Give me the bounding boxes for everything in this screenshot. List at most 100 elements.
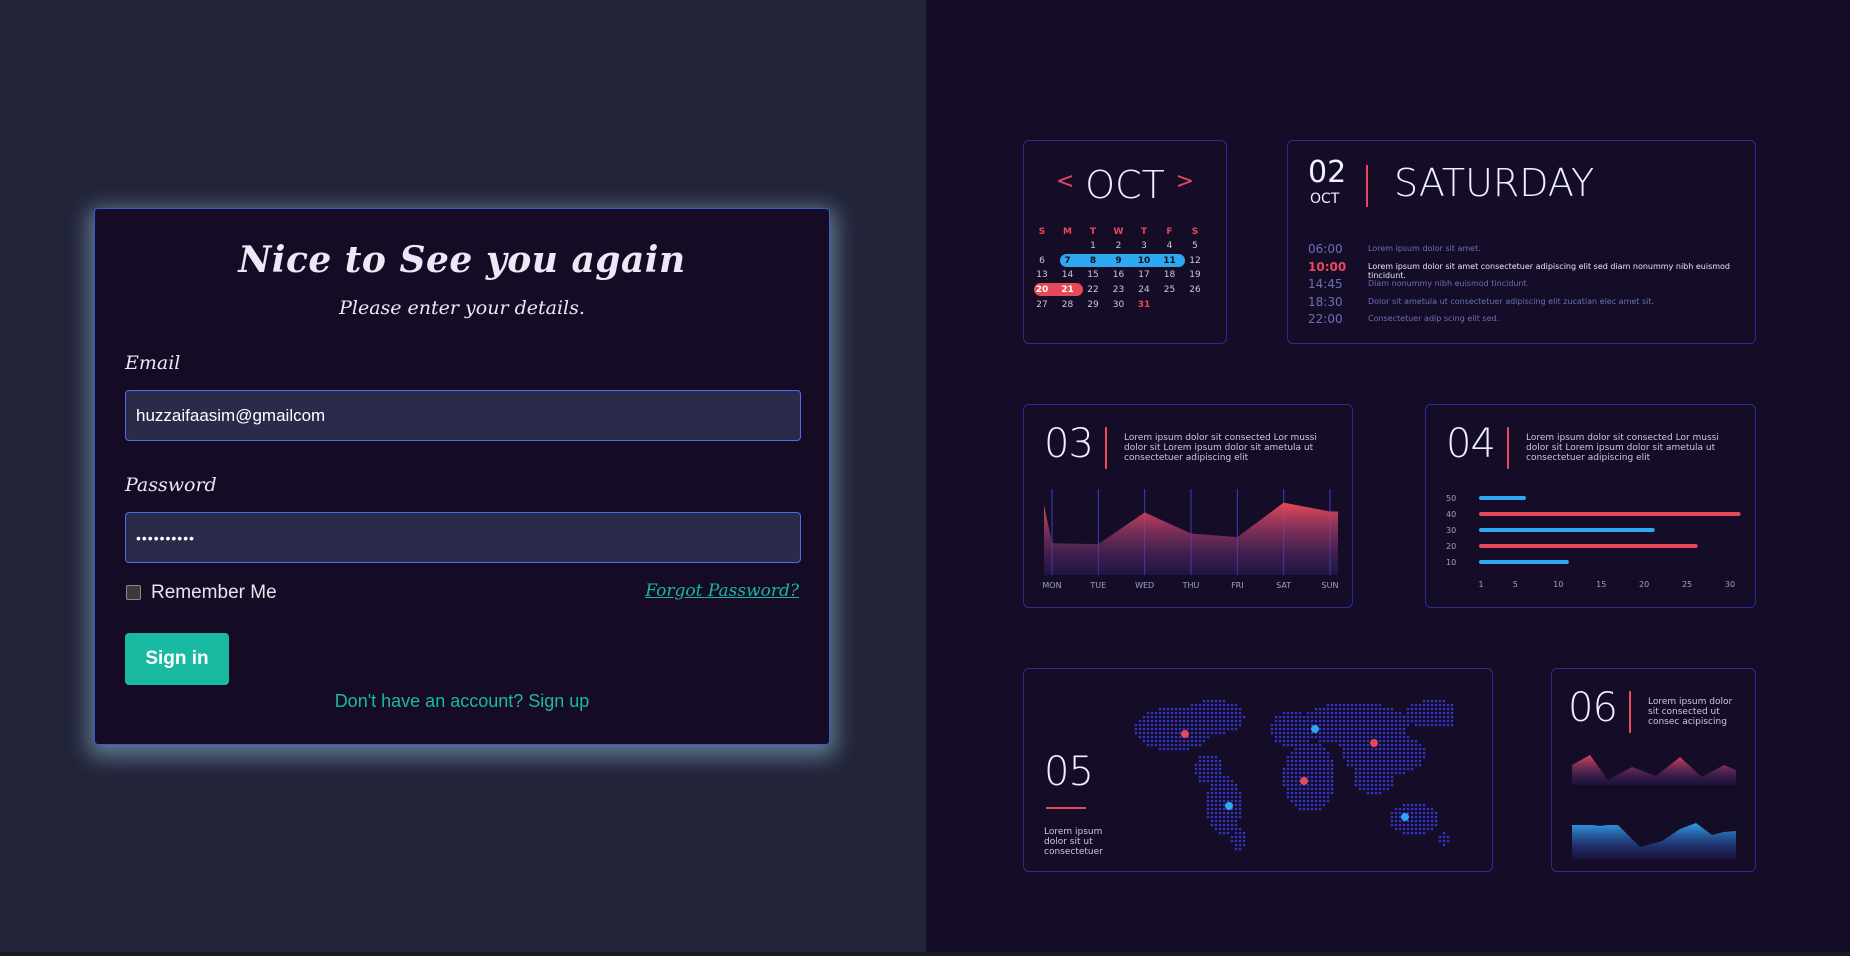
map-dot [1366,707,1370,711]
map-dot [1230,723,1234,727]
map-dot [1342,747,1346,751]
map-dot [1314,715,1318,719]
remember-me-checkbox[interactable] [126,585,141,600]
map-dot [1374,783,1378,787]
map-dot [1414,751,1418,755]
map-dot [1398,739,1402,743]
map-dot [1146,731,1150,735]
map-dot [1298,795,1302,799]
map-dot [1334,707,1338,711]
map-dot [1362,767,1366,771]
map-dot [1202,703,1206,707]
map-dot [1194,743,1198,747]
calendar-day: 5 [1192,241,1198,251]
map-dot [1402,735,1406,739]
map-dot [1230,779,1234,783]
map-dot [1294,755,1298,759]
map-dot [1318,735,1322,739]
map-dot [1414,723,1418,727]
map-dot [1290,795,1294,799]
password-field[interactable]: •••••••••• [125,512,801,563]
map-dot [1158,723,1162,727]
map-dot [1230,799,1234,803]
map-dot [1370,771,1374,775]
map-dot [1286,787,1290,791]
map-dot [1210,755,1214,759]
map-dot [1182,711,1186,715]
map-dot [1282,727,1286,731]
map-dot [1290,763,1294,767]
sign-in-button[interactable]: Sign in [125,633,229,685]
map-dot [1334,719,1338,723]
email-field[interactable]: huzzaifaasim@gmailcom [125,390,801,441]
map-dot [1330,715,1334,719]
map-dot [1338,711,1342,715]
x-tick-label: FRI [1231,581,1244,590]
panel-06: 06 Lorem ipsum dolor sit consected ut co… [1551,668,1756,872]
map-dot [1162,731,1166,735]
map-dot [1390,763,1394,767]
mini-area-charts [1572,755,1736,859]
forgot-password-link[interactable]: Forgot Password? [645,581,799,601]
map-dot [1238,711,1242,715]
map-dot [1326,731,1330,735]
x-tick-label: SUN [1322,581,1339,590]
map-dot [1310,747,1314,751]
map-dot [1394,767,1398,771]
map-dot [1310,759,1314,763]
map-dot [1386,771,1390,775]
map-dot [1410,823,1414,827]
map-dot [1222,819,1226,823]
map-dot [1302,731,1306,735]
map-dot [1346,743,1350,747]
map-dot [1282,739,1286,743]
map-dot [1162,715,1166,719]
map-dot [1422,827,1426,831]
map-dot [1210,759,1214,763]
map-dot [1286,739,1290,743]
map-dot [1314,747,1318,751]
map-dot [1414,747,1418,751]
map-dot [1230,703,1234,707]
map-dot [1438,715,1442,719]
map-dot [1238,843,1242,847]
map-dot [1410,827,1414,831]
map-dot [1342,707,1346,711]
mini-area-red [1572,755,1736,785]
map-dot [1306,735,1310,739]
map-dot [1154,719,1158,723]
map-dot [1286,775,1290,779]
map-dot [1406,743,1410,747]
map-dot [1222,775,1226,779]
map-dot [1238,839,1242,843]
map-dot [1378,727,1382,731]
map-dot [1170,739,1174,743]
map-dot [1226,703,1230,707]
map-dot [1386,775,1390,779]
map-dot [1338,727,1342,731]
map-dot [1330,767,1334,771]
map-dot [1214,703,1218,707]
map-dot [1378,731,1382,735]
map-dot [1206,807,1210,811]
sign-up-link[interactable]: Don't have an account? Sign up [95,691,829,712]
map-dot [1402,807,1406,811]
map-dot [1378,783,1382,787]
map-dot [1402,723,1406,727]
map-dot [1214,723,1218,727]
map-dot [1346,747,1350,751]
map-dot [1334,739,1338,743]
map-dot [1446,703,1450,707]
map-dot [1294,763,1298,767]
panel-05-line-3: consectetuer [1044,847,1103,857]
map-marker [1225,802,1233,810]
map-dot [1178,723,1182,727]
panel-03: 03 Lorem ipsum dolor sit consected Lor m… [1023,404,1353,608]
map-dot [1366,727,1370,731]
map-dot [1230,719,1234,723]
map-dot [1378,743,1382,747]
remember-me-label[interactable]: Remember Me [151,582,277,604]
calendar-day: 6 [1039,255,1045,266]
map-dot [1274,731,1278,735]
map-dot [1430,807,1434,811]
